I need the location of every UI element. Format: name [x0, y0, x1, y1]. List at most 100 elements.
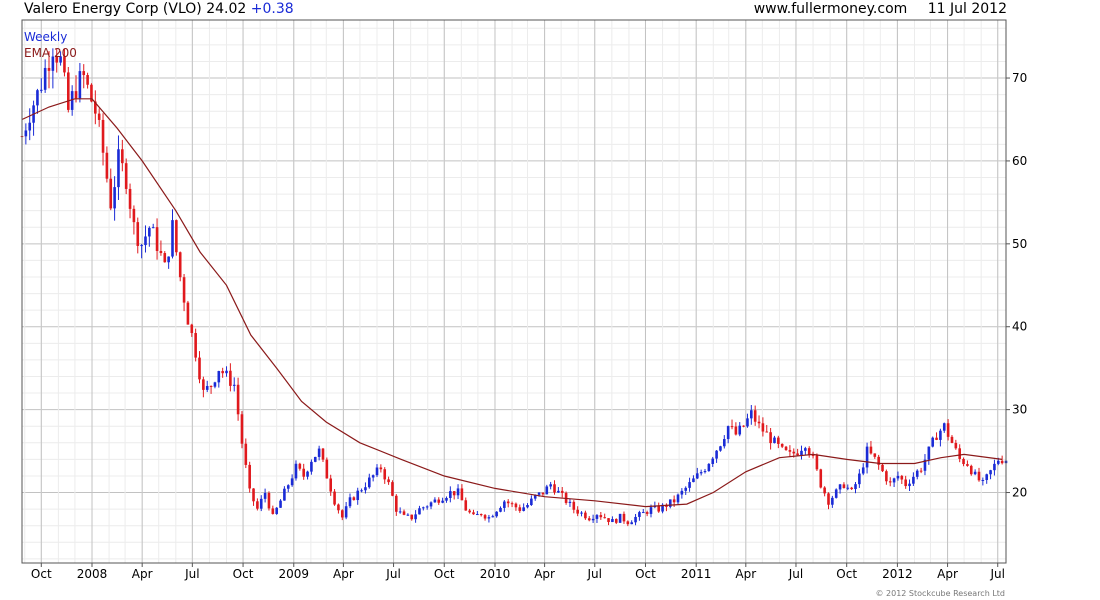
candle	[580, 511, 583, 517]
x-tick-label: Apr	[333, 567, 354, 581]
candle	[591, 514, 595, 523]
candle	[86, 72, 89, 89]
candle	[719, 445, 722, 452]
candle	[607, 518, 610, 526]
x-tick-label: 2010	[480, 567, 511, 581]
candle	[144, 225, 147, 253]
candle	[545, 484, 549, 495]
y-tick-label: 20	[1012, 486, 1027, 500]
candle	[584, 510, 587, 520]
x-tick-label: 2008	[77, 567, 108, 581]
candle	[236, 377, 240, 421]
candle	[804, 446, 807, 455]
candle	[371, 474, 375, 482]
candle	[657, 502, 661, 513]
x-tick-label: Oct	[836, 567, 857, 581]
candle	[94, 90, 97, 125]
candle	[198, 351, 201, 384]
x-tick-label: Apr	[132, 567, 153, 581]
candle	[549, 481, 552, 490]
x-tick-label: 2009	[278, 567, 309, 581]
candle	[915, 469, 919, 480]
candle	[942, 422, 946, 433]
candle	[128, 183, 132, 219]
x-tick-label: Oct	[31, 567, 52, 581]
candle	[263, 488, 267, 503]
candle	[900, 474, 904, 484]
candle	[333, 489, 336, 506]
candle	[750, 405, 753, 425]
candle	[275, 507, 278, 515]
candle	[101, 113, 105, 166]
candle	[437, 497, 441, 505]
x-tick-label: Jul	[587, 567, 602, 581]
candle	[526, 503, 529, 509]
candle	[557, 487, 560, 493]
candle	[603, 513, 606, 519]
candle	[132, 205, 136, 235]
x-tick-label: Apr	[937, 567, 958, 581]
candle	[568, 498, 572, 507]
candle	[337, 503, 340, 514]
candle	[317, 445, 321, 461]
candle	[530, 495, 533, 506]
candle	[707, 462, 711, 472]
candle	[356, 487, 360, 505]
candle	[873, 453, 877, 459]
candle	[483, 514, 487, 521]
candle	[205, 380, 209, 393]
candle	[306, 470, 309, 480]
candle	[927, 446, 931, 465]
candle	[653, 501, 657, 509]
candle	[28, 108, 32, 141]
candle	[807, 446, 811, 458]
candle	[908, 479, 911, 491]
candle	[113, 176, 116, 221]
candle	[271, 505, 275, 515]
candle	[171, 209, 174, 259]
candle	[665, 503, 668, 512]
candle	[815, 453, 819, 471]
candle	[877, 454, 880, 470]
candle	[43, 59, 47, 93]
candle	[993, 459, 996, 476]
candle	[885, 469, 888, 485]
candle	[850, 486, 853, 490]
y-axis: 20 30 40 50 60 70	[1006, 71, 1027, 500]
candle	[753, 405, 757, 426]
candle	[178, 251, 182, 282]
candle	[684, 486, 688, 495]
candle	[680, 488, 684, 499]
candle	[105, 146, 109, 183]
candle	[217, 370, 221, 388]
candle	[518, 504, 522, 513]
candle	[429, 501, 433, 510]
candle	[360, 488, 363, 493]
candle	[344, 501, 348, 520]
candle	[823, 486, 826, 497]
candle	[32, 100, 35, 136]
candle	[167, 256, 170, 269]
candle	[194, 328, 197, 362]
y-tick-label: 40	[1012, 320, 1027, 334]
candle	[472, 509, 475, 515]
x-tick-label: Jul	[989, 567, 1004, 581]
candle	[827, 492, 830, 510]
candle	[881, 463, 884, 473]
candle	[464, 497, 468, 511]
candle	[225, 366, 228, 377]
candle	[375, 464, 379, 478]
x-tick-label: Oct	[635, 567, 656, 581]
candle	[159, 240, 163, 256]
candle	[587, 516, 591, 522]
x-tick-label: 2011	[681, 567, 712, 581]
candle	[800, 445, 803, 460]
candle	[433, 497, 437, 503]
candle	[321, 447, 325, 462]
candle	[452, 491, 456, 500]
candle	[279, 499, 282, 508]
y-tick-label: 60	[1012, 154, 1027, 168]
candle	[784, 445, 788, 451]
candle	[595, 514, 599, 524]
candle	[302, 463, 305, 480]
